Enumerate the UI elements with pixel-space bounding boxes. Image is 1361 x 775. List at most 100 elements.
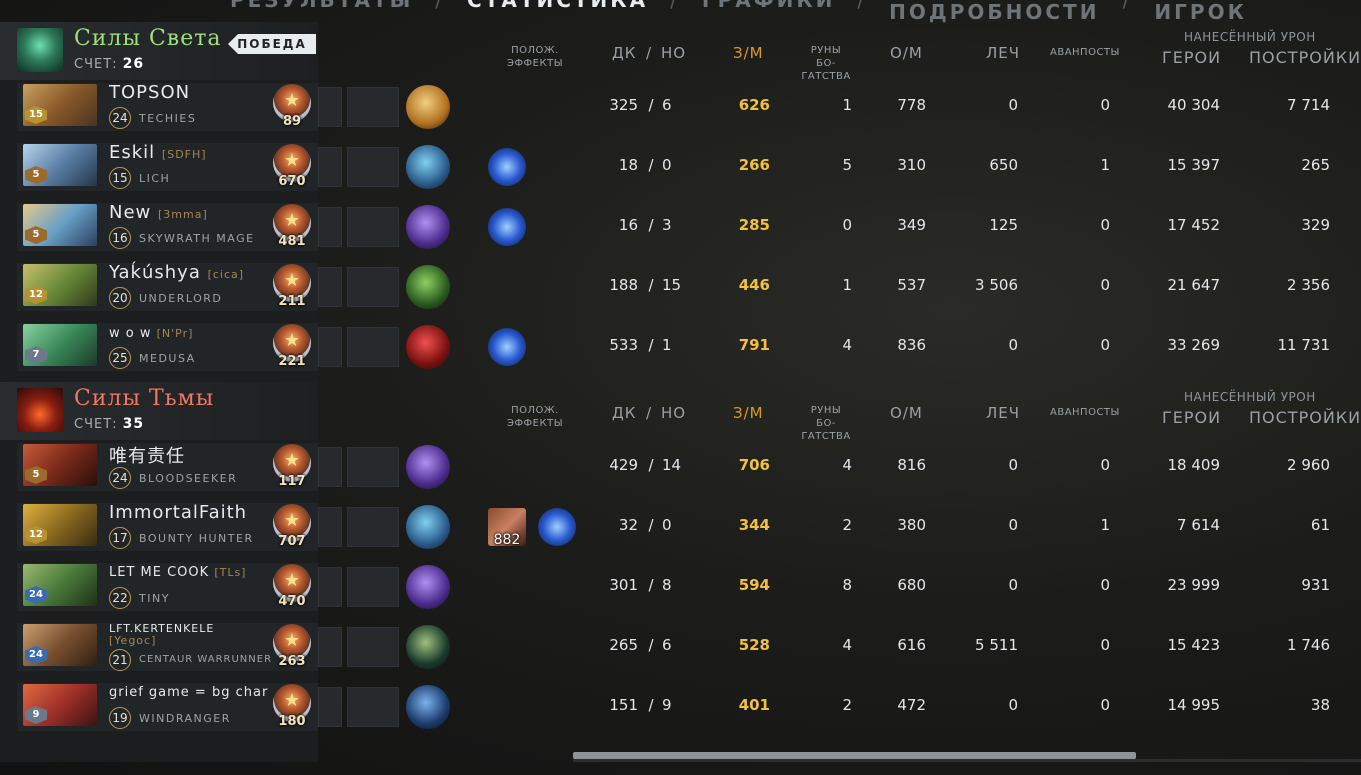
col-slash: /: [646, 44, 653, 62]
kills: 325: [609, 96, 638, 114]
denies: 6: [662, 636, 672, 654]
bounty-runes: 5: [842, 156, 852, 174]
col-gpm[interactable]: З/М: [733, 404, 764, 422]
col-damage-title: НАНЕСЁННЫЙ УРОН: [1184, 30, 1316, 44]
healing: 0: [1008, 336, 1018, 354]
col-xpm[interactable]: О/М: [890, 404, 923, 422]
bounty-runes: 2: [842, 516, 852, 534]
kills: 16: [618, 216, 638, 234]
col-kills: ДК: [612, 404, 637, 422]
stats-row: 16 / 3 285 0 349 125 0 17 452 329: [0, 200, 1361, 254]
denies: 6: [662, 96, 672, 114]
healing: 0: [1008, 516, 1018, 534]
xpm: 778: [897, 96, 926, 114]
bounty-runes: 4: [842, 636, 852, 654]
stats-row: 533 / 1 791 4 836 0 0 33 269 11 731: [0, 320, 1361, 374]
kd-slash: /: [648, 516, 654, 534]
tab-results[interactable]: РЕЗУЛЬТАТЫ: [230, 0, 413, 12]
dire-column-headers: ПОЛОЖ. ЭФФЕКТЫ ДК / НО З/М РУНЫ БО-ГАТСТ…: [0, 382, 1361, 442]
tab-graphs[interactable]: ГРАФИКИ: [702, 0, 836, 12]
kills: 151: [609, 696, 638, 714]
nav-separator: /: [1122, 0, 1133, 12]
kills: 18: [618, 156, 638, 174]
gpm: 594: [738, 576, 770, 594]
col-building-damage[interactable]: ПОСТРОЙКИ: [1249, 408, 1361, 427]
bounty-runes: 1: [842, 276, 852, 294]
col-hero-damage[interactable]: ГЕРОИ: [1162, 408, 1221, 427]
gpm: 791: [738, 336, 770, 354]
building-damage: 11 731: [1277, 336, 1331, 354]
kills: 429: [609, 456, 638, 474]
col-gpm[interactable]: З/М: [733, 44, 764, 62]
col-damage-title: НАНЕСЁННЫЙ УРОН: [1184, 390, 1316, 404]
denies: 9: [662, 696, 672, 714]
bounty-runes: 4: [842, 336, 852, 354]
kd-slash: /: [648, 336, 654, 354]
xpm: 537: [897, 276, 926, 294]
nav-separator: /: [435, 0, 446, 12]
kd-slash: /: [648, 576, 654, 594]
gpm: 285: [738, 216, 770, 234]
stats-row: 301 / 8 594 8 680 0 0 23 999 931: [0, 560, 1361, 614]
outposts: 0: [1100, 576, 1110, 594]
stats-row: 429 / 14 706 4 816 0 0 18 409 2 960: [0, 440, 1361, 494]
building-damage: 2 960: [1287, 456, 1330, 474]
xpm: 380: [897, 516, 926, 534]
healing: 0: [1008, 456, 1018, 474]
kills: 32: [618, 516, 638, 534]
denies: 14: [662, 456, 682, 474]
gpm: 266: [738, 156, 770, 174]
outposts: 0: [1100, 276, 1110, 294]
building-damage: 38: [1310, 696, 1330, 714]
stats-row: 18 / 0 266 5 310 650 1 15 397 265: [0, 140, 1361, 194]
xpm: 680: [897, 576, 926, 594]
col-denies: НО: [661, 44, 687, 62]
outposts: 0: [1100, 216, 1110, 234]
col-building-damage[interactable]: ПОСТРОЙКИ: [1249, 48, 1361, 67]
bounty-runes: 0: [842, 216, 852, 234]
hero-damage: 15 423: [1167, 636, 1221, 654]
tab-details[interactable]: ПОДРОБНОСТИ: [889, 0, 1101, 24]
tab-statistics[interactable]: СТАТИСТИКА: [467, 0, 648, 12]
gpm: 344: [738, 516, 770, 534]
col-effects: ПОЛОЖ. ЭФФЕКТЫ: [506, 45, 564, 69]
outposts: 0: [1100, 96, 1110, 114]
tab-best-player[interactable]: ЛУЧШИЙ ИГРОК: [1154, 0, 1361, 24]
building-damage: 61: [1310, 516, 1330, 534]
building-damage: 7 714: [1287, 96, 1330, 114]
bounty-runes: 4: [842, 456, 852, 474]
stats-row: 325 / 6 626 1 778 0 0 40 304 7 714: [0, 80, 1361, 134]
bounty-runes: 2: [842, 696, 852, 714]
xpm: 836: [897, 336, 926, 354]
kd-slash: /: [648, 456, 654, 474]
nav-separator: /: [857, 0, 868, 12]
gpm: 626: [738, 96, 770, 114]
hero-damage: 21 647: [1167, 276, 1221, 294]
col-xpm[interactable]: О/М: [890, 44, 923, 62]
stats-tab-nav: РЕЗУЛЬТАТЫ / СТАТИСТИКА / ГРАФИКИ / ПОДР…: [230, 0, 1361, 24]
healing: 5 511: [975, 636, 1018, 654]
scrollbar-track[interactable]: [573, 759, 1361, 762]
hero-damage: 40 304: [1167, 96, 1221, 114]
col-outposts: АВАНПОСТЫ: [1050, 47, 1120, 58]
outposts: 0: [1100, 636, 1110, 654]
denies: 8: [662, 576, 672, 594]
healing: 0: [1008, 576, 1018, 594]
hero-damage: 7 614: [1177, 516, 1220, 534]
outposts: 1: [1100, 516, 1110, 534]
col-healing[interactable]: ЛЕЧ: [986, 404, 1020, 422]
col-effects: ПОЛОЖ. ЭФФЕКТЫ: [506, 405, 564, 429]
xpm: 472: [897, 696, 926, 714]
stats-row: 32 / 0 344 2 380 0 1 7 614 61: [0, 500, 1361, 554]
col-hero-damage[interactable]: ГЕРОИ: [1162, 48, 1221, 67]
outposts: 0: [1100, 336, 1110, 354]
col-healing[interactable]: ЛЕЧ: [986, 44, 1020, 62]
denies: 0: [662, 156, 672, 174]
kills: 188: [609, 276, 638, 294]
xpm: 616: [897, 636, 926, 654]
gpm: 706: [738, 456, 770, 474]
denies: 0: [662, 516, 672, 534]
col-bounty-runes: РУНЫ БО-ГАТСТВА: [801, 405, 851, 442]
horizontal-scrollbar[interactable]: [573, 752, 1136, 759]
building-damage: 329: [1301, 216, 1330, 234]
